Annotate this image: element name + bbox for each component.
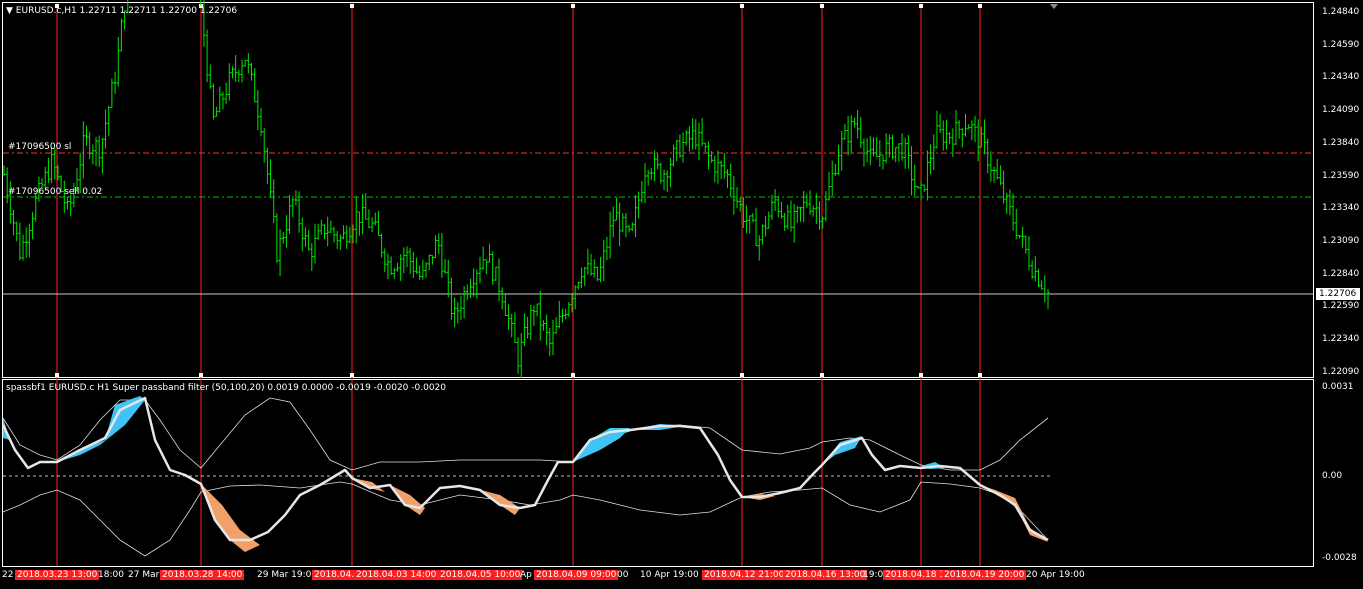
marker-handle — [740, 4, 744, 8]
time-label: 10 Apr 19:00 — [640, 570, 699, 580]
time-label: 27 Mar — [128, 570, 160, 580]
time-label-marked: 2018.04.12 21:00 — [702, 570, 787, 580]
price-axis-label: 1.23590 — [1322, 170, 1360, 181]
sell-order-label[interactable]: #17096500 sell 0.02 — [8, 187, 102, 197]
time-label-marked: 2018.04.19 20:00 — [942, 570, 1027, 580]
marker-handle — [199, 373, 203, 377]
marker-handle — [978, 373, 982, 377]
price-axis-label: 1.24840 — [1322, 7, 1360, 17]
indicator-title: spassbf1 EURUSD.c H1 Super passband filt… — [6, 383, 447, 393]
indicator-axis-zero: 0.00 — [1322, 471, 1343, 481]
time-label: 00 — [617, 570, 629, 580]
chevron-down-icon[interactable]: ▼ — [6, 6, 13, 16]
time-label-marked: 2018.04. — [312, 570, 357, 580]
time-label-marked: 2018.03.23 13:00 — [15, 570, 100, 580]
price-axis-label: 1.24340 — [1322, 72, 1360, 83]
time-label-marked: 2018.04.16 13:00 — [783, 570, 868, 580]
time-label-marked: 2018.03.28 14:00 — [160, 570, 245, 580]
scroll-marker-icon — [1050, 4, 1058, 9]
time-label-marked: 2018.04.05 10:00 — [438, 570, 523, 580]
price-axis-label: 1.23840 — [1322, 137, 1360, 148]
chart-canvas — [1, 0, 1313, 566]
time-label: 29 Mar 19:00 — [257, 570, 318, 580]
time-label-marked: 2018.04.09 09:00 — [534, 570, 619, 580]
price-axis-label: 1.24590 — [1322, 39, 1360, 50]
marker-handle — [740, 373, 744, 377]
lower-band — [2, 481, 1049, 557]
price-axis-label: 1.23090 — [1322, 235, 1360, 246]
filter-fill — [201, 484, 260, 552]
current-price-tag: 1.22706 — [1316, 288, 1360, 300]
marker-handle — [55, 373, 59, 377]
filter-fill — [573, 428, 630, 462]
marker-handle — [571, 373, 575, 377]
marker-handle — [820, 4, 824, 8]
mt4-chart-window: ▼ EURUSD.c,H1 1.22711 1.22711 1.22700 1.… — [0, 0, 1363, 589]
marker-handle — [978, 4, 982, 8]
marker-handle — [820, 373, 824, 377]
price-axis-label: 1.22340 — [1322, 334, 1360, 344]
symbol-label: EURUSD.c,H1 — [15, 6, 77, 16]
stop-loss-label[interactable]: #17096500 sl — [8, 142, 71, 152]
upper-band — [2, 397, 1049, 471]
indicator-axis-min: -0.0028 — [1322, 553, 1357, 563]
price-axis-label: 1.22590 — [1322, 301, 1360, 312]
price-axis-label: 1.23340 — [1322, 203, 1360, 214]
marker-handle — [919, 4, 923, 8]
price-axis-label: 1.24090 — [1322, 105, 1360, 116]
price-axis-label: 1.22090 — [1322, 366, 1360, 377]
time-label-marked: 2018.04.18 1 — [883, 570, 948, 580]
indicator-axis-max: 0.0031 — [1322, 382, 1354, 392]
ohlc-values: 1.22711 1.22711 1.22700 1.22706 — [79, 6, 238, 16]
time-label: 19:0 — [863, 570, 884, 580]
time-label: 18:00 — [98, 570, 124, 580]
marker-handle — [350, 373, 354, 377]
time-label: 20 Apr 19:00 — [1026, 570, 1085, 580]
price-axis-label: 1.22840 — [1322, 268, 1360, 279]
marker-handle — [571, 4, 575, 8]
filter-fill — [57, 396, 145, 462]
marker-handle — [919, 373, 923, 377]
time-label-marked: 2018.04.03 14:00 — [354, 570, 439, 580]
marker-handle — [350, 4, 354, 8]
filter-fill — [390, 485, 425, 515]
chart-symbol-dropdown[interactable]: ▼ EURUSD.c,H1 1.22711 1.22711 1.22700 1.… — [6, 6, 237, 16]
time-label: Ap — [520, 570, 532, 580]
